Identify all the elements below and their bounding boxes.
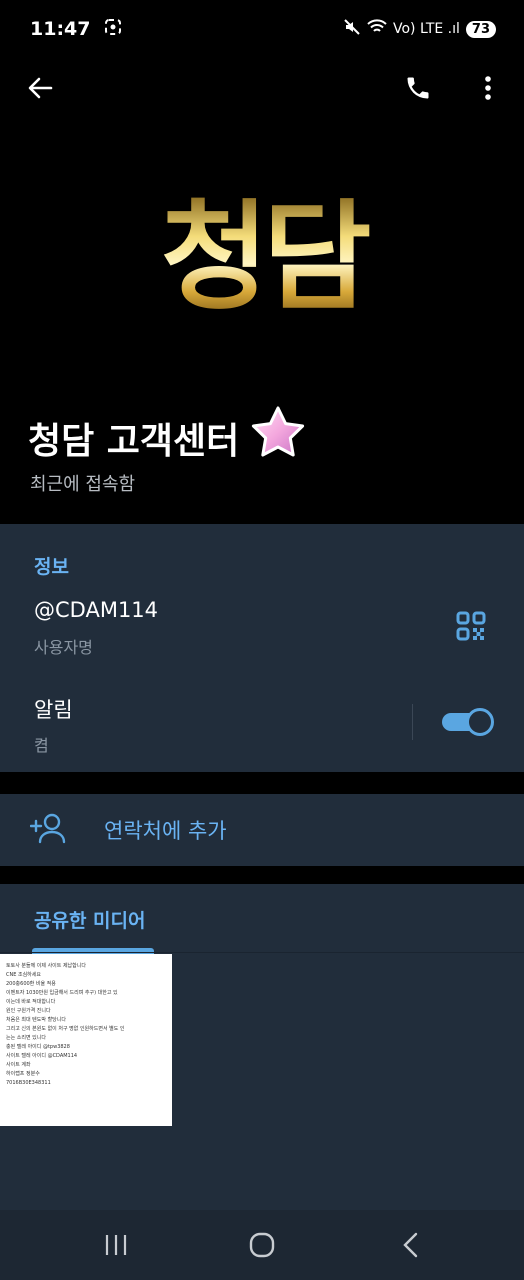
profile-photo[interactable]: 청담 — [132, 180, 394, 326]
network-indicator: Vo) LTE .ıl — [392, 21, 460, 37]
add-contact-row[interactable]: 연락처에 추가 — [0, 794, 524, 866]
notifications-toggle[interactable] — [442, 707, 494, 736]
add-contact-label: 연락처에 추가 — [104, 819, 227, 843]
divider — [0, 952, 524, 953]
status-time: 11:47 — [30, 18, 91, 40]
media-thumbnail[interactable]: 토토사 분들께 이제 사이트 제납합니다 CNE 조심하세요 200충600환 비율… — [0, 954, 172, 1126]
thumbnail-text-line: 그리고 신의 본원도 없이 처구 명없 인원하드면서 별도 인 — [6, 1026, 125, 1032]
mute-icon — [343, 18, 361, 40]
thumbnail-text: 토토사 분들께 이제 사이트 제납합니다 CNE 조심하세요 200충600환 비율… — [6, 962, 166, 1088]
thumbnail-text-line: 원인 구원가격 진니다 — [6, 1008, 51, 1014]
screenshot-icon — [104, 18, 122, 40]
more-vertical-icon — [485, 76, 491, 100]
thumbnail-text-line: 토토사 분들께 이제 사이트 제납합니다 — [6, 963, 86, 969]
thumbnail-text-line: 7016B30E348311 — [6, 1080, 51, 1086]
thumbnail-text-line: 사이트 텔레 아이디 @CDAM114 — [6, 1053, 78, 1059]
username-caption: 사용자명 — [34, 638, 93, 657]
thumbnail-text-line: 처음은 최대 텐도박 할당니다 — [6, 1017, 66, 1023]
thumbnail-text-line: 이벤트자 1030만원 입금해서 드리며 추구) 대한고 있 — [6, 990, 118, 996]
info-section: 정보 @CDAM114 사용자명 알림 켬 — [0, 524, 524, 772]
info-section-title: 정보 — [34, 556, 69, 578]
thumbnail-text-line: 이는데 바로 적대합니다 — [6, 999, 56, 1005]
thumbnail-text-line: 200충600환 비율 적용 — [6, 981, 56, 987]
recent-apps-button[interactable] — [96, 1228, 136, 1262]
qr-code-button[interactable] — [456, 611, 486, 641]
person-add-icon — [29, 812, 68, 844]
call-button[interactable] — [400, 70, 436, 106]
svg-text:청담: 청담 — [160, 188, 370, 320]
more-menu-button[interactable] — [470, 70, 506, 106]
star-emoji-icon — [249, 405, 307, 470]
profile-name-text: 청담 고객센터 — [28, 420, 240, 462]
notifications-value: 켬 — [34, 736, 49, 755]
last-seen-status: 최근에 접속함 — [30, 474, 136, 495]
shared-media-tab[interactable]: 공유한 미디어 — [34, 906, 146, 933]
arrow-left-icon — [28, 77, 53, 99]
back-button[interactable] — [22, 70, 58, 106]
thumbnail-text-line: 충된 텔레 아이디 @tpw3828 — [6, 1044, 70, 1050]
app-bar — [0, 62, 524, 112]
system-back-button[interactable] — [390, 1228, 430, 1262]
toggle-knob — [466, 708, 494, 736]
recent-apps-icon — [105, 1235, 127, 1255]
system-nav-bar — [0, 1210, 524, 1280]
thumbnail-text-line: CNE 조심하세요 — [6, 972, 41, 978]
wifi-icon — [367, 19, 387, 39]
chevron-left-icon — [403, 1232, 418, 1258]
home-icon — [249, 1232, 275, 1258]
divider — [412, 704, 413, 740]
shared-media-section: 공유한 미디어 토토사 분들께 이제 사이트 제납합니다 CNE 조심하세요 200… — [0, 884, 524, 1210]
notifications-label: 알림 — [34, 698, 73, 722]
status-bar: 11:47 Vo) LTE .ıl 73 — [0, 0, 524, 58]
logo-image: 청담 — [160, 188, 376, 326]
username-value: @CDAM114 — [34, 598, 159, 622]
phone-icon — [407, 77, 429, 99]
thumbnail-text-line: 사이트 계좌 — [6, 1062, 31, 1068]
profile-name: 청담 고객센터 — [28, 405, 307, 470]
battery-indicator: 73 — [465, 20, 496, 38]
home-button[interactable] — [242, 1228, 282, 1262]
qr-code-icon — [456, 611, 486, 641]
thumbnail-text-line: 는는 소리면 있니다 — [6, 1035, 46, 1041]
thumbnail-text-line: 하이랩프 정분수 — [6, 1071, 40, 1077]
